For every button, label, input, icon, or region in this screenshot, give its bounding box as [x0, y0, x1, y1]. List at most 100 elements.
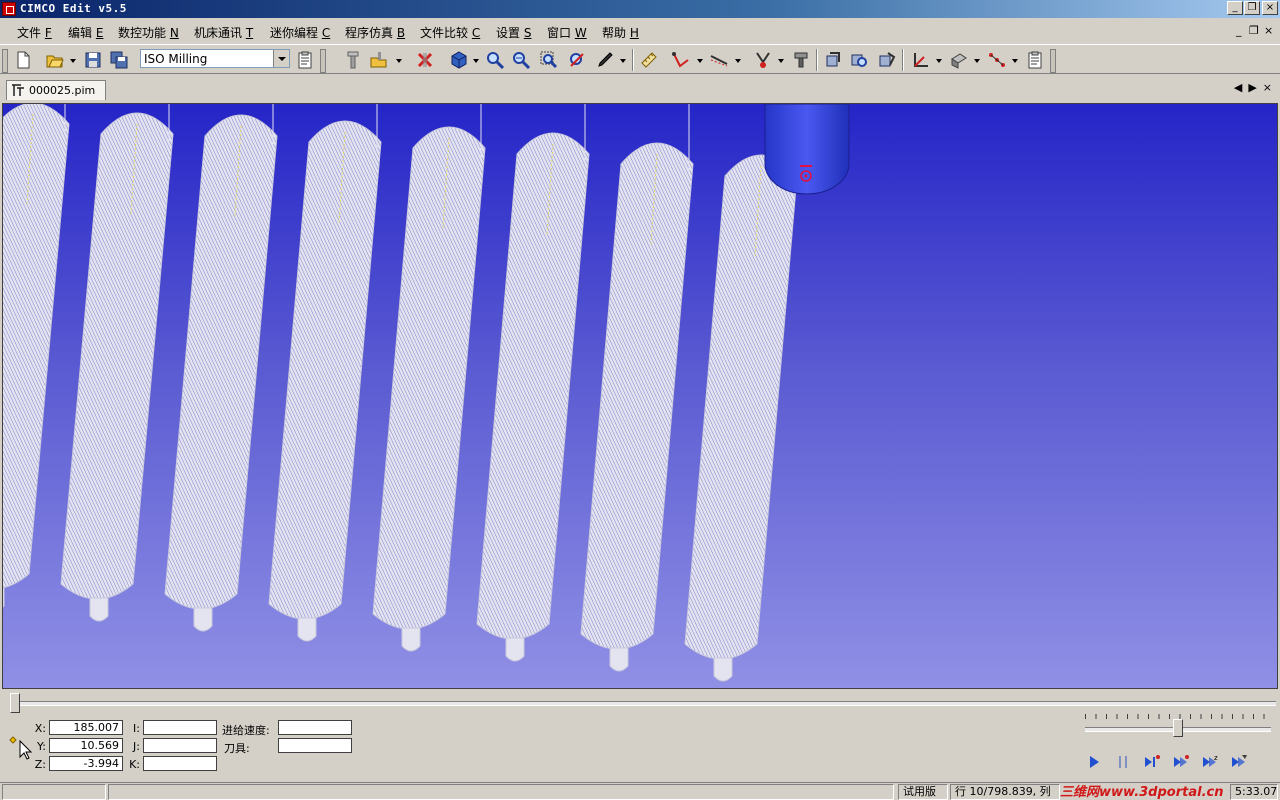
feed-value-field: [278, 720, 352, 735]
path-style-dropdown-icon[interactable]: [735, 59, 741, 63]
zoom-out-icon[interactable]: [510, 49, 532, 71]
config-icon[interactable]: [1024, 49, 1046, 71]
zoom-in-icon[interactable]: [484, 49, 506, 71]
i-value-field: [143, 720, 217, 735]
tool-open-icon[interactable]: [368, 49, 390, 71]
menu-help[interactable]: 帮助 H: [602, 24, 639, 41]
path-icon[interactable]: [670, 49, 692, 71]
maximize-button[interactable]: ❐: [1244, 1, 1260, 15]
path-dropdown-icon[interactable]: [697, 59, 703, 63]
k-label: K:: [129, 758, 140, 771]
pause-icon[interactable]: [1113, 753, 1133, 771]
open-file-icon[interactable]: [44, 49, 66, 71]
cut-dropdown-icon[interactable]: [778, 59, 784, 63]
tool-label: 刀具:: [224, 742, 250, 755]
toolbar-separator-3: [902, 49, 904, 71]
nodes-dropdown-icon[interactable]: [1012, 59, 1018, 63]
step-tool-icon[interactable]: [1229, 753, 1249, 771]
simulation-control-panel: X: 185.007 Y: 10.569 Z: -3.994 I: J: K: …: [0, 689, 1280, 781]
play-icon[interactable]: [1084, 753, 1104, 771]
view-dropdown-icon[interactable]: [473, 59, 479, 63]
k-value-field: [143, 756, 217, 771]
window-title: CIMCO Edit v5.5: [20, 2, 127, 15]
delete-tool-icon[interactable]: [414, 49, 436, 71]
status-pane-2: [108, 784, 894, 800]
menu-file-compare[interactable]: 文件比较 C: [420, 24, 480, 41]
tool-dropdown-icon[interactable]: [396, 59, 402, 63]
toolbar-grip-3[interactable]: [1050, 49, 1056, 73]
menu-window[interactable]: 窗口 W: [547, 24, 587, 41]
save-all-icon[interactable]: [108, 49, 130, 71]
chevron-down-icon[interactable]: [273, 50, 289, 67]
menu-nc-functions[interactable]: 数控功能 N: [118, 24, 179, 41]
progress-slider-thumb[interactable]: [10, 693, 20, 713]
tab-next-icon[interactable]: ▶: [1248, 81, 1256, 94]
workpiece-icon[interactable]: [948, 49, 970, 71]
zoom-window-icon[interactable]: [538, 49, 560, 71]
view-rotate-icon[interactable]: [822, 49, 844, 71]
app-logo-icon[interactable]: [2, 2, 16, 16]
status-pane-1: [2, 784, 106, 800]
toolbar-separator: [632, 49, 634, 71]
step-z-icon[interactable]: z: [1200, 753, 1220, 771]
menu-machine-comm[interactable]: 机床通讯 T: [194, 24, 253, 41]
view-pan-icon[interactable]: [848, 49, 870, 71]
close-button[interactable]: ×: [1262, 1, 1278, 15]
zoom-fit-icon[interactable]: [566, 49, 588, 71]
open-dropdown-icon[interactable]: [70, 59, 76, 63]
tab-close-icon[interactable]: ×: [1263, 81, 1272, 94]
step-icon[interactable]: [1142, 753, 1162, 771]
cut-icon[interactable]: [752, 49, 774, 71]
tab-label: 000025.pim: [29, 84, 96, 97]
toolpath-tip: [401, 627, 421, 652]
tool-icon[interactable]: [342, 49, 364, 71]
tool-holder-icon[interactable]: [790, 49, 812, 71]
speed-slider[interactable]: [1085, 707, 1271, 737]
view-iso-icon[interactable]: [876, 49, 898, 71]
y-value-field: 10.569: [49, 738, 123, 753]
toolpath-tip: [193, 607, 213, 632]
toolpath-tip: [89, 597, 109, 622]
speed-slider-thumb[interactable]: [1173, 719, 1183, 737]
progress-slider-track[interactable]: [12, 701, 1276, 706]
toolpath-tip: [713, 657, 733, 682]
menu-settings[interactable]: 设置 S: [496, 24, 531, 41]
machine-type-select[interactable]: ISO Milling: [140, 49, 290, 68]
axis-icon[interactable]: [910, 49, 932, 71]
mdi-close-button[interactable]: ×: [1264, 24, 1273, 37]
pen-dropdown-icon[interactable]: [620, 59, 626, 63]
menu-simulation[interactable]: 程序仿真 B: [345, 24, 405, 41]
ruler-icon[interactable]: [638, 49, 660, 71]
solid-view-icon[interactable]: [448, 49, 470, 71]
svg-text:z: z: [1214, 754, 1218, 762]
simulation-viewport[interactable]: [2, 103, 1278, 689]
toolbar-grip[interactable]: [2, 49, 8, 73]
settings-icon[interactable]: [294, 49, 316, 71]
mdi-minimize-button[interactable]: _: [1236, 24, 1242, 37]
workpiece-dropdown-icon[interactable]: [974, 59, 980, 63]
mdi-restore-button[interactable]: ❐: [1249, 24, 1259, 37]
toolpath-tube: [580, 142, 694, 650]
toolpath-tip: [297, 617, 317, 642]
z-value-field: -3.994: [49, 756, 123, 771]
tab-prev-icon[interactable]: ◀: [1234, 81, 1242, 94]
toolpath-tip: [505, 637, 525, 662]
path-style-icon[interactable]: [708, 49, 730, 71]
pen-icon[interactable]: [594, 49, 616, 71]
toolpath-tube: [3, 104, 70, 589]
axis-dropdown-icon[interactable]: [936, 59, 942, 63]
tab-document[interactable]: 000025.pim: [6, 80, 106, 100]
menu-mini-programming[interactable]: 迷你编程 C: [270, 24, 330, 41]
minimize-button[interactable]: _: [1227, 1, 1243, 15]
menu-edit[interactable]: 编辑 E: [68, 24, 103, 41]
toolpath-tube: [164, 114, 278, 610]
toolbar-separator-2: [816, 49, 818, 71]
step-multi-icon[interactable]: [1171, 753, 1191, 771]
toolpath-tube: [476, 132, 590, 640]
new-file-icon[interactable]: [12, 49, 34, 71]
nodes-icon[interactable]: [986, 49, 1008, 71]
save-icon[interactable]: [82, 49, 104, 71]
menu-file[interactable]: 文件 F: [17, 24, 52, 41]
status-position: 行 10/798.839, 列: [950, 784, 1060, 800]
toolbar-grip-2[interactable]: [320, 49, 326, 73]
